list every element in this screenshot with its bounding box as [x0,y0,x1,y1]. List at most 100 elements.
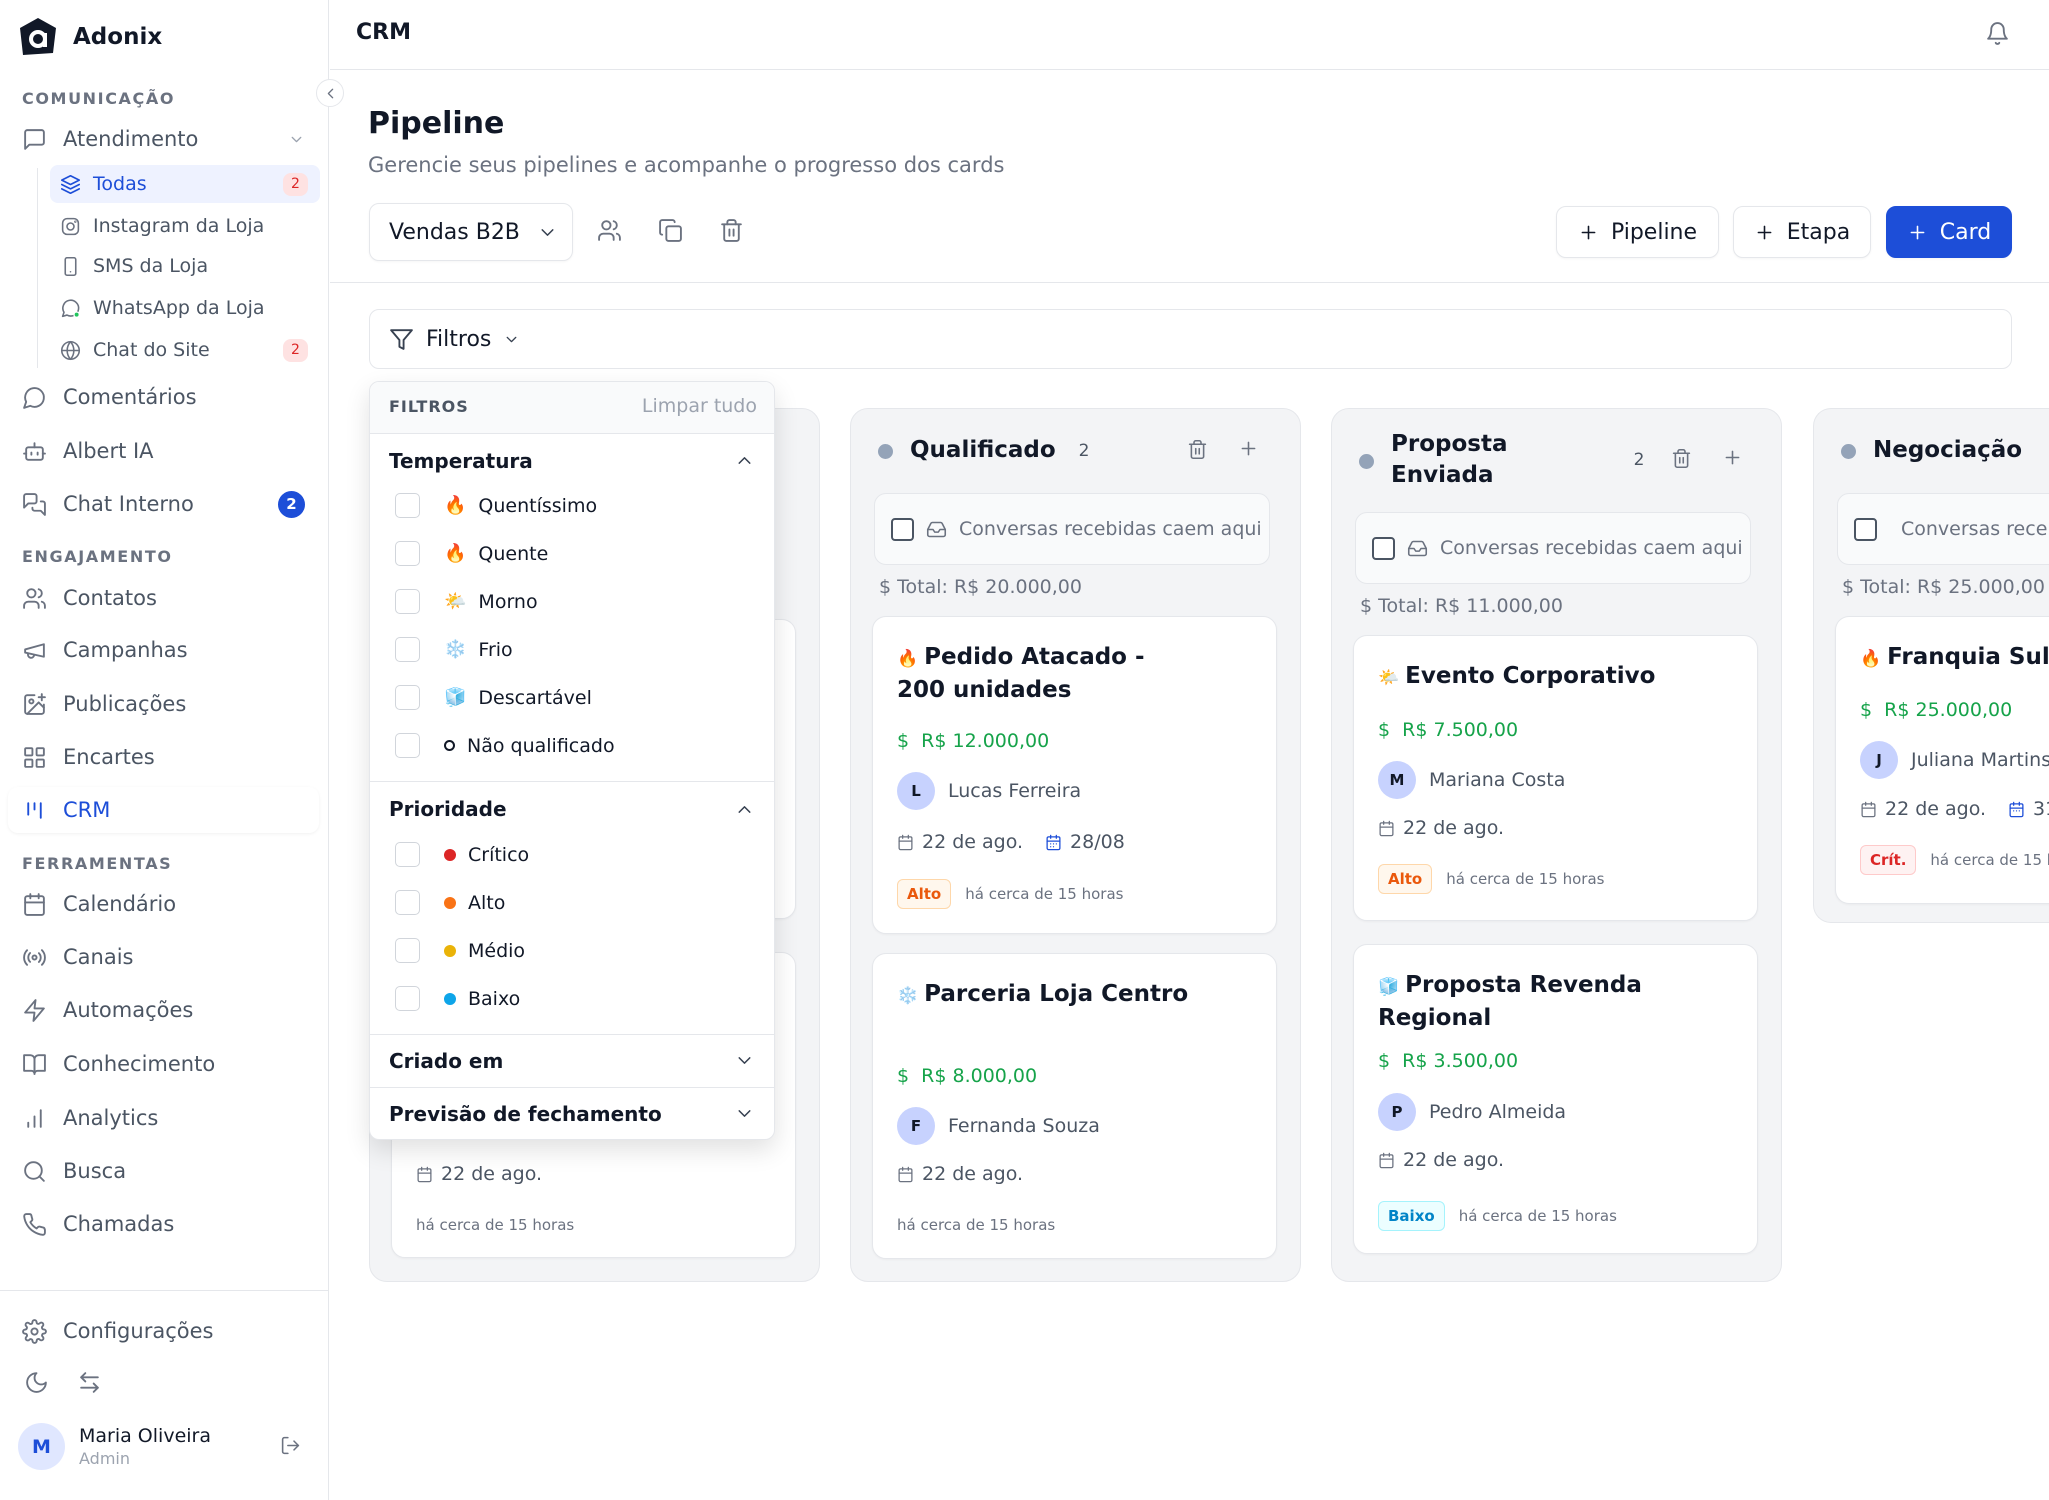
pipeline-select[interactable]: Vendas B2B [369,203,573,261]
checkbox[interactable] [395,493,420,518]
filter-option-quente[interactable]: 🔥 Quente [395,541,548,566]
sidebar-item-atendimento[interactable]: Atendimento [8,116,319,162]
deal-card[interactable]: 🌤️ Evento Corporativo $ R$ 7.500,00 M Mar… [1353,635,1758,921]
filters-toggle[interactable]: Filtros [369,309,2012,369]
filter-option-baixo[interactable]: Baixo [395,986,520,1011]
filter-option-alto[interactable]: Alto [395,890,505,915]
sidebar-item-chat-interno[interactable]: Chat Interno 2 [8,481,319,527]
sidebar-item-configuracoes[interactable]: Configurações [8,1308,319,1354]
duplicate-pipeline-button[interactable] [658,218,683,243]
checkbox[interactable] [395,986,420,1011]
plus-icon [1910,225,1925,239]
sidebar-item-albert-ia[interactable]: Albert IA [8,428,319,474]
add-card-button[interactable]: Card [1886,206,2012,258]
user-profile[interactable]: M Maria Oliveira Admin [18,1423,211,1470]
dark-mode-toggle[interactable] [24,1370,49,1395]
sidebar-item-contatos[interactable]: Contatos [8,575,319,621]
card-title-text: Proposta Revenda Regional [1378,972,1642,1031]
filter-option-critico[interactable]: Crítico [395,842,529,867]
inbox-stage-toggle[interactable]: Conversas recebidas caem aqui [1355,512,1751,584]
delete-stage-button[interactable] [1187,439,1208,460]
card-contact[interactable]: F Fernanda Souza [897,1107,1100,1145]
sidebar-item-label: Chamadas [63,1212,175,1236]
inbox-checkbox[interactable] [1372,536,1395,560]
inbox-stage-toggle[interactable]: Conversas recebidas caem aqui [874,493,1270,565]
sidebar-item-conhecimento[interactable]: Conhecimento [8,1041,319,1087]
sidebar-subitem-todas[interactable]: Todas 2 [50,165,320,203]
sidebar-subitem-instagram[interactable]: Instagram da Loja [50,207,320,245]
sidebar-item-comentarios[interactable]: Comentários [8,374,319,420]
card-footer: Baixo há cerca de 15 horas [1378,1201,1617,1231]
created-date: 22 de ago. [1403,817,1505,839]
sidebar-subitem-whatsapp[interactable]: WhatsApp da Loja [50,289,320,327]
add-card-to-stage-button[interactable] [1722,447,1743,468]
clear-filters-button[interactable]: Limpar tudo [642,395,757,417]
sidebar-item-canais[interactable]: Canais [8,934,319,980]
card-contact[interactable]: M Mariana Costa [1378,761,1565,799]
checkbox[interactable] [395,685,420,710]
checkbox[interactable] [395,890,420,915]
collapse-temperatura-button[interactable] [734,450,755,471]
card-dates: 22 de ago. [1378,1149,1504,1171]
sidebar-item-campanhas[interactable]: Campanhas [8,627,319,673]
collapse-prioridade-button[interactable] [734,799,755,820]
deal-card[interactable]: 🧊 Proposta Revenda Regional $ R$ 3.500,00… [1353,944,1758,1254]
filter-option-morno[interactable]: 🌤️ Morno [395,589,538,614]
add-card-to-stage-button[interactable] [1238,438,1259,459]
sidebar-subitem-sms[interactable]: SMS da Loja [50,247,320,285]
zap-icon [24,998,45,1022]
message-square-icon [24,128,45,150]
logout-button[interactable] [280,1435,301,1456]
sidebar-item-analytics[interactable]: Analytics [8,1095,319,1141]
add-stage-button[interactable]: Etapa [1733,206,1871,258]
filter-section-criado-em[interactable]: Criado em [389,1049,503,1073]
inbox-checkbox[interactable] [1854,517,1877,541]
app-logo[interactable]: Adonix [19,17,162,57]
switch-account-button[interactable] [77,1370,102,1395]
sidebar-subitem-label: Chat do Site [93,339,210,361]
add-pipeline-button[interactable]: Pipeline [1556,206,1719,258]
sidebar-item-chamadas[interactable]: Chamadas [8,1201,319,1247]
card-contact[interactable]: P Pedro Almeida [1378,1093,1566,1131]
sidebar-item-calendario[interactable]: Calendário [8,881,319,927]
card-contact[interactable]: L Lucas Ferreira [897,772,1081,810]
sidebar-item-publicacoes[interactable]: Publicações [8,681,319,727]
deal-card[interactable]: 🔥 Franquia Sul $ R$ 25.000,00 J Juliana M… [1835,616,2049,904]
filter-section-previsao[interactable]: Previsão de fechamento [389,1102,662,1126]
column-total-value: Total: R$ 11.000,00 [1378,595,1563,617]
inbox-checkbox[interactable] [891,517,914,541]
card-contact[interactable]: J Juliana Martins [1860,741,2049,779]
sidebar-item-automacoes[interactable]: Automações [8,987,319,1033]
deal-card[interactable]: 🔥 Pedido Atacado - 200 unidades $ R$ 12.0… [872,616,1277,934]
sidebar-item-busca[interactable]: Busca [8,1148,319,1194]
pipeline-members-button[interactable] [597,218,622,243]
inbox-stage-toggle[interactable]: Conversas recebidas caem aqui [1837,493,2049,565]
filter-option-frio[interactable]: ❄️ Frio [395,637,513,662]
priority-dot [444,896,456,909]
checkbox[interactable] [395,637,420,662]
delete-stage-button[interactable] [1671,448,1692,469]
filter-section-prioridade[interactable]: Prioridade [389,797,507,821]
filter-option-quentissimo[interactable]: 🔥 Quentíssimo [395,493,597,518]
checkbox[interactable] [395,541,420,566]
sidebar-item-crm[interactable]: CRM [8,787,319,833]
sidebar-item-label: Comentários [63,385,197,409]
checkbox[interactable] [395,938,420,963]
notifications-button[interactable] [1985,21,2010,46]
filter-section-temperatura[interactable]: Temperatura [389,449,533,473]
filter-option-medio[interactable]: Médio [395,938,525,963]
message-circle-icon [23,386,45,409]
pipeline-column-negociacao: Negociação Conversas recebidas caem aqui… [1813,408,2049,923]
filter-option-descartavel[interactable]: 🧊 Descartável [395,685,592,710]
delete-pipeline-button[interactable] [719,218,744,243]
filter-option-nao-qualificado[interactable]: Não qualificado [395,733,615,758]
expand-criado-em-button[interactable] [734,1050,755,1071]
expand-previsao-button[interactable] [734,1103,755,1124]
sidebar-subitem-chat-site[interactable]: Chat do Site 2 [50,331,320,369]
checkbox[interactable] [395,733,420,758]
collapse-sidebar-button[interactable] [316,79,344,107]
deal-card[interactable]: ❄️ Parceria Loja Centro $ R$ 8.000,00 F F… [872,953,1277,1259]
checkbox[interactable] [395,589,420,614]
checkbox[interactable] [395,842,420,867]
sidebar-item-encartes[interactable]: Encartes [8,734,319,780]
